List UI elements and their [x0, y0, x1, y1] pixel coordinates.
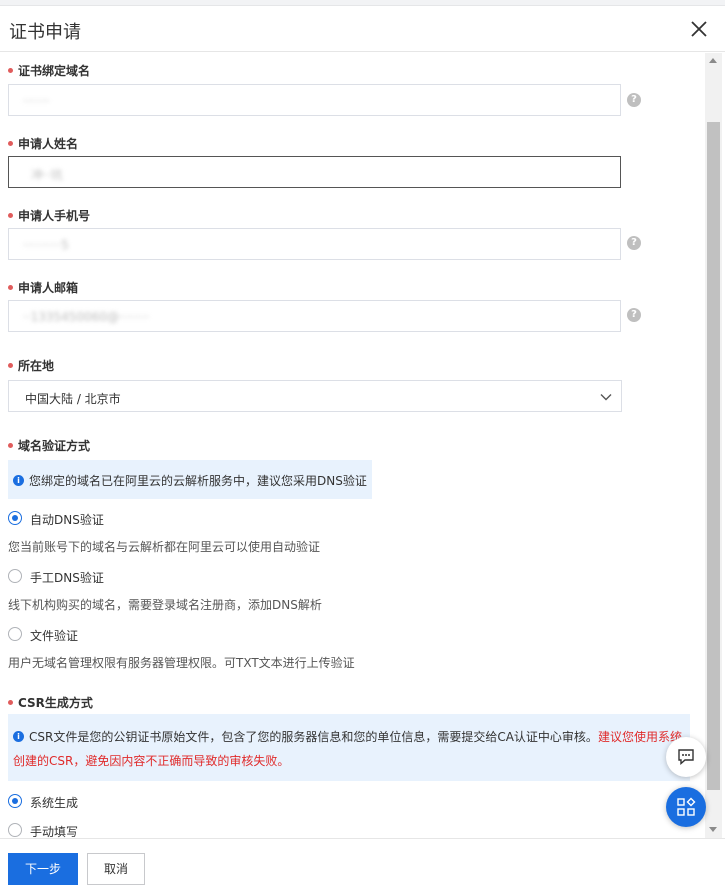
scroll-down-arrow[interactable]: [709, 827, 717, 832]
name-input[interactable]: 冲··坑: [8, 156, 621, 188]
close-icon[interactable]: [689, 19, 709, 39]
apps-button[interactable]: [666, 787, 706, 827]
required-dot: [8, 213, 13, 218]
info-icon: i: [13, 731, 24, 742]
scrollbar-thumb[interactable]: [707, 122, 720, 790]
help-icon[interactable]: ?: [627, 93, 641, 107]
phone-label: 申请人手机号: [8, 207, 90, 224]
file-desc: 用户无域名管理权限有服务器管理权限。可TXT文本进行上传验证: [8, 656, 355, 670]
csr-notice-warn-2: 创建的CSR，避免因内容不正确而导致的审核失败。: [13, 754, 290, 768]
csr-notice-text: CSR文件是您的公钥证书原始文件，包含了您的服务器信息和您的单位信息，需要提交给…: [29, 730, 598, 744]
required-dot: [8, 285, 13, 290]
radio-circle: [8, 511, 22, 525]
radio-manual-dns-label: 手工DNS验证: [30, 571, 104, 585]
name-label: 申请人姓名: [8, 135, 78, 152]
cancel-button[interactable]: 取消: [87, 853, 145, 885]
verification-notice-text: 您绑定的域名已在阿里云的云解析服务中，建议您采用DNS验证: [29, 474, 367, 488]
dialog-header: 证书申请: [0, 6, 725, 52]
required-dot: [8, 443, 13, 448]
csr-notice: i CSR文件是您的公钥证书原始文件，包含了您的服务器信息和您的单位信息，需要提交…: [8, 714, 690, 781]
dialog-body: 证书绑定域名 ······· ? 申请人姓名 冲··坑 申请人手机号 ·····…: [0, 53, 705, 838]
radio-circle: [8, 569, 22, 583]
csr-label: CSR生成方式: [8, 694, 93, 711]
radio-circle: [8, 823, 22, 837]
radio-circle: [8, 794, 22, 808]
radio-manual-input-label: 手动填写: [30, 825, 79, 838]
email-value: ··1335450060@········: [23, 310, 150, 324]
help-icon[interactable]: ?: [627, 308, 641, 322]
email-input[interactable]: ··1335450060@········: [8, 300, 621, 332]
required-dot: [8, 363, 13, 368]
required-dot: [8, 141, 13, 146]
auto-dns-desc: 您当前账号下的域名与云解析都在阿里云可以使用自动验证: [8, 540, 321, 554]
verification-notice: i 您绑定的域名已在阿里云的云解析服务中，建议您采用DNS验证: [8, 460, 372, 499]
phone-value: ··········5: [23, 238, 69, 252]
info-icon: i: [13, 475, 24, 486]
radio-file-label: 文件验证: [30, 629, 79, 643]
radio-system-generate-label: 系统生成: [30, 796, 79, 810]
email-label: 申请人邮箱: [8, 279, 78, 296]
domain-input[interactable]: ·······: [8, 84, 621, 116]
phone-input[interactable]: ··········5: [8, 228, 621, 260]
domain-label: 证书绑定域名: [8, 62, 90, 79]
name-value: 冲··坑: [31, 168, 63, 182]
location-select[interactable]: 中国大陆 / 北京市: [8, 380, 622, 412]
chevron-down-icon: [600, 394, 612, 401]
manual-dns-desc: 线下机构购买的域名，需要登录域名注册商，添加DNS解析: [8, 598, 322, 612]
chat-button[interactable]: [666, 737, 706, 777]
radio-auto-dns-label: 自动DNS验证: [30, 513, 104, 527]
csr-notice-warn: 建议您使用系统: [597, 730, 682, 744]
location-value: 中国大陆 / 北京市: [25, 392, 121, 406]
apps-grid-icon: [677, 797, 696, 816]
dialog-title: 证书申请: [9, 22, 81, 43]
chat-icon: [678, 749, 694, 766]
help-icon[interactable]: ?: [627, 236, 641, 250]
domain-value: ·······: [23, 94, 50, 108]
location-label: 所在地: [8, 357, 54, 374]
radio-circle: [8, 627, 22, 641]
dialog-footer: 下一步 取消: [0, 838, 725, 886]
verification-label: 域名验证方式: [8, 437, 90, 454]
scroll-up-arrow[interactable]: [709, 58, 717, 63]
required-dot: [8, 700, 13, 705]
required-dot: [8, 68, 13, 73]
next-button[interactable]: 下一步: [8, 853, 78, 885]
